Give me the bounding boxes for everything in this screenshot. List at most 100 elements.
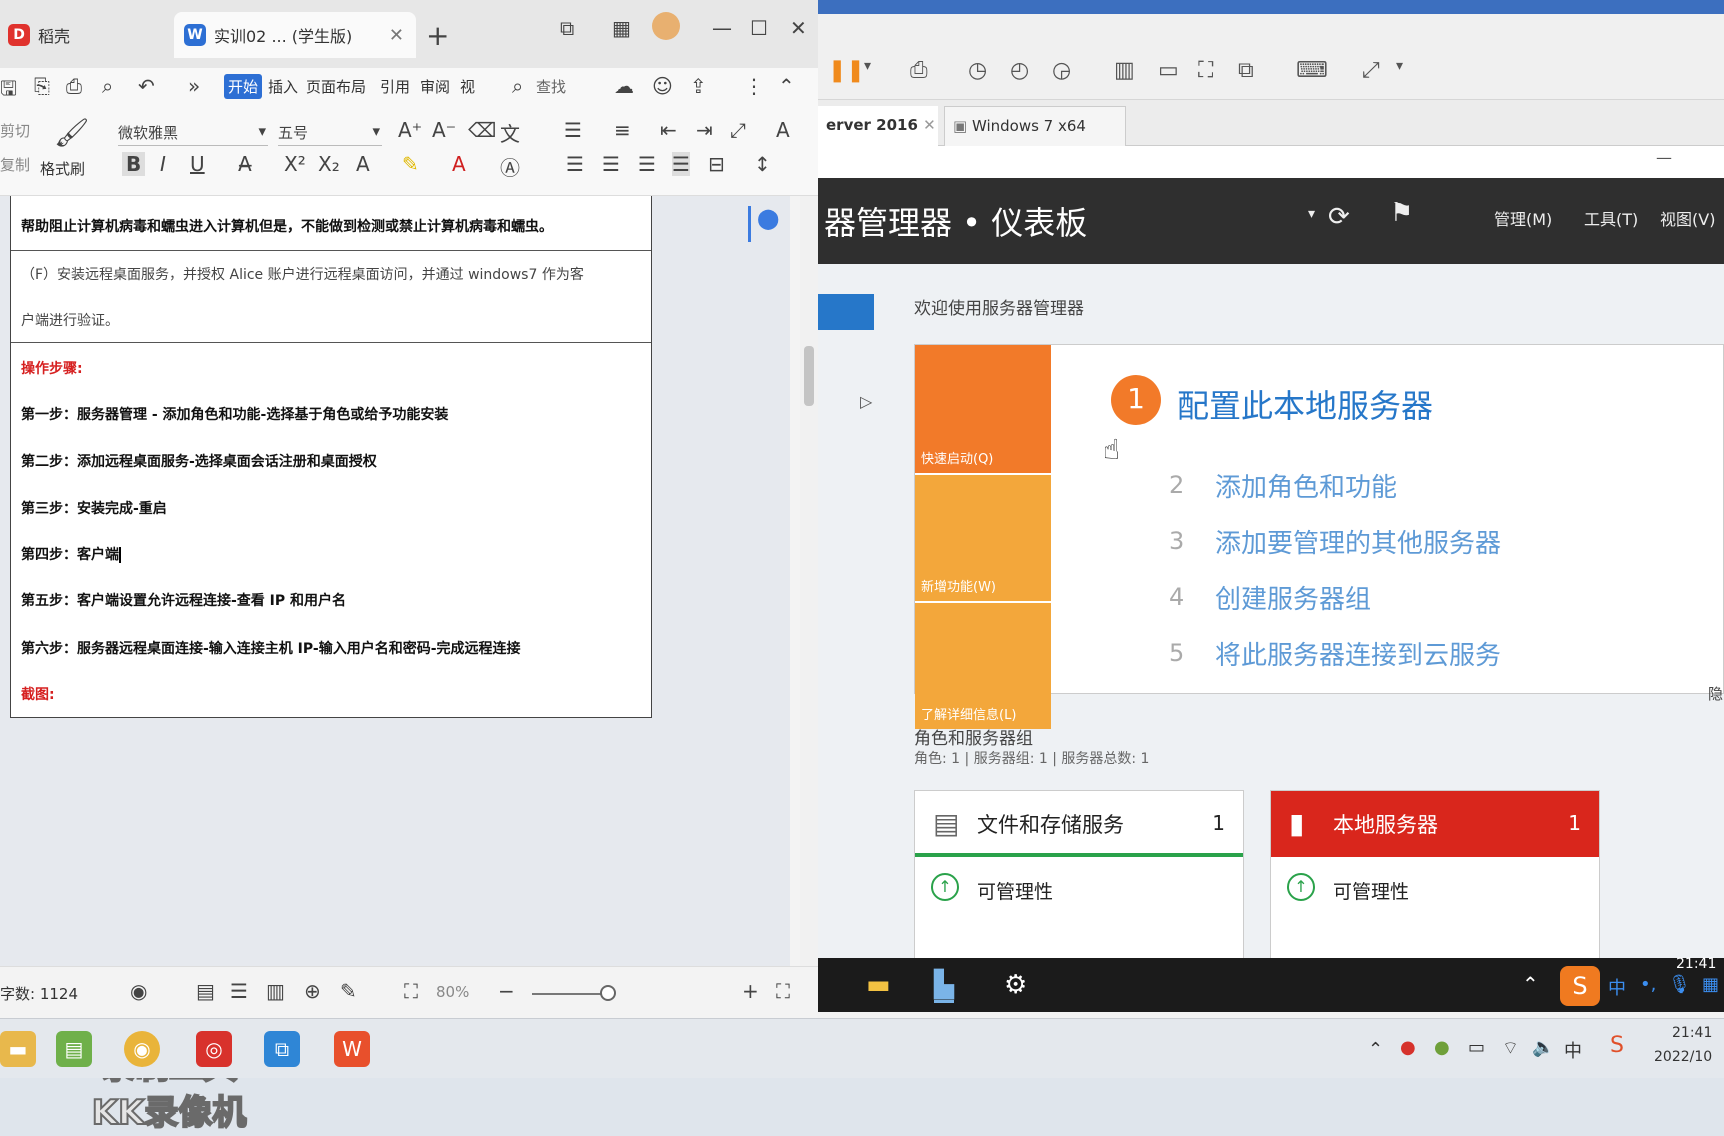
nav-selected-item[interactable] [818,294,874,330]
fullscreen-icon[interactable]: ⛶ [776,979,790,1003]
pause-icon[interactable]: ❚❚ [828,58,865,83]
battery-icon[interactable]: ▭ [1468,1037,1485,1058]
configure-local-server-link[interactable]: 配置此本地服务器 [1177,381,1433,427]
save-icon[interactable]: 🖫 [0,74,17,108]
menu-review[interactable]: 审阅 [420,76,450,97]
subscript-icon[interactable]: X₂ [318,152,340,176]
menu-home[interactable]: 开始 [224,74,263,99]
chevron-up-icon[interactable]: ⌃ [1368,1039,1383,1060]
bold-icon[interactable]: B [122,152,146,176]
location-pin-icon[interactable]: ⬤ [748,206,779,242]
write-mode-icon[interactable]: ✎ [340,979,357,1003]
quick-start-tab[interactable]: 快速启动(Q) [915,345,1051,473]
clear-format-icon[interactable]: ⌫ [468,118,496,142]
menu-manage[interactable]: 管理(M) [1494,206,1552,230]
print-icon[interactable]: ⎙ [66,74,82,98]
font-size-select[interactable]: 五号 ▾ [278,118,382,146]
expand-icon[interactable]: ▷ [860,392,872,411]
read-view-icon[interactable]: ▥ [266,979,285,1003]
export-icon[interactable]: ⎘ [34,74,50,98]
undo-icon[interactable]: ↶ [138,74,155,98]
font-grow-icon[interactable]: A⁺ [398,118,422,142]
page-view-icon[interactable]: ▤ [196,979,215,1003]
stretch-icon[interactable]: ⤢ [1362,58,1380,83]
zoom-slider-knob[interactable] [600,985,616,1001]
ime-icon[interactable]: 中 [1564,1037,1582,1063]
bullet-list-icon[interactable]: ☰ [564,118,582,142]
search-label[interactable]: 查找 [536,76,566,97]
microphone-icon[interactable]: 🎙 [1668,974,1691,995]
local-server-tile[interactable]: ▮ 本地服务器 1 ↑ 可管理性 [1270,790,1600,960]
learn-more-tab[interactable]: 了解详细信息(L) [915,603,1051,729]
styles-icon[interactable]: A [776,118,790,142]
sogou-ime-icon[interactable]: S [1610,1033,1624,1058]
eye-icon[interactable]: ◉ [130,979,147,1003]
add-roles-link[interactable]: 添加角色和功能 [1215,467,1397,504]
gear-icon[interactable]: ⚙ [1004,970,1027,1000]
file-explorer-icon[interactable]: ▬ [0,1031,36,1067]
chrome-icon[interactable]: ◉ [124,1031,160,1067]
menu-page-layout[interactable]: 页面布局 [306,76,366,97]
manageability-row[interactable]: ↑ 可管理性 [915,863,1243,904]
manageability-row[interactable]: ↑ 可管理性 [1271,863,1599,904]
collapse-ribbon-icon[interactable]: ⌃ [778,74,795,98]
snapshot-icon[interactable]: ◷ [968,58,987,83]
connect-cloud-link[interactable]: 将此服务器连接到云服务 [1215,635,1501,672]
superscript-icon[interactable]: X² [284,152,306,176]
cloud-icon[interactable]: ☁ [614,74,634,98]
tab-windows-server[interactable]: erver 2016 ✕ [818,106,938,146]
font-color-icon[interactable]: A [452,152,466,176]
tray-app-icon[interactable]: ● [1434,1037,1450,1058]
line-spacing-icon[interactable]: ↕ [754,152,771,176]
italic-icon[interactable]: I [160,152,166,176]
justify-icon[interactable]: ☰ [672,152,690,176]
tab-document[interactable]: W 实训02 ... (学生版) ✕ [174,12,416,58]
grid-apps-icon[interactable]: ▦ [612,16,631,40]
snapshot-manager-icon[interactable]: ◶ [1052,58,1071,83]
unity-icon[interactable]: ⧉ [1238,58,1254,83]
document-page[interactable]: 帮助阻止计算机病毒和蠕虫进入计算机但是，不能做到检测或禁止计算机病毒和蠕虫。 （… [10,196,652,718]
netease-music-icon[interactable]: ◎ [196,1031,232,1067]
indent-icon[interactable]: ⇥ [696,118,713,142]
volume-icon[interactable]: 🔈 [1532,1037,1554,1058]
menu-references[interactable]: 引用 [380,76,410,97]
kebab-menu-icon[interactable]: ⋮ [744,74,764,98]
align-right-icon[interactable]: ☰ [638,152,656,176]
print-preview-icon[interactable]: ⌕ [102,74,113,98]
align-center-icon[interactable]: ☰ [602,152,620,176]
menu-insert[interactable]: 插入 [268,76,298,97]
wifi-icon[interactable]: ⌔ [1502,1037,1519,1060]
add-servers-link[interactable]: 添加要管理的其他服务器 [1215,523,1501,560]
send-ctrl-alt-del-icon[interactable]: ⎙ [910,58,928,83]
text-effect-icon[interactable]: A [356,152,370,176]
web-view-icon[interactable]: ⊕ [304,979,321,1003]
close-tab-icon[interactable]: ✕ [389,25,404,46]
font-name-select[interactable]: 微软雅黑 ▾ [118,118,268,146]
highlight-icon[interactable]: ✎ [402,152,419,176]
chevron-down-icon[interactable]: ▾ [1308,206,1315,222]
underline-icon[interactable]: U [190,152,205,176]
fit-page-icon[interactable]: ⛶ [404,979,418,1003]
refresh-icon[interactable]: ⟳ [1328,202,1350,232]
word-count[interactable]: 字数: 1124 [0,983,78,1004]
search-icon[interactable]: ⌕ [512,74,523,98]
maximize-icon[interactable]: ☐ [750,16,768,40]
minimize-icon[interactable]: — [712,16,732,40]
outdent-icon[interactable]: ⇤ [660,118,677,142]
copy-label[interactable]: 复制 [0,154,30,175]
file-explorer-icon[interactable]: ▬ [866,970,891,1000]
align-left-icon[interactable]: ☰ [566,152,584,176]
menu-tools[interactable]: 工具(T) [1584,206,1638,230]
flag-icon[interactable]: ⚑ [1390,198,1413,228]
sogou-ime-icon[interactable]: S [1560,966,1600,1006]
chevron-down-icon[interactable]: ▾ [864,58,871,74]
revert-snapshot-icon[interactable]: ◴ [1010,58,1029,83]
tab-daoke[interactable]: D 稻壳 [0,12,166,58]
tray-app-icon[interactable]: ● [1400,1037,1416,1058]
format-painter-icon[interactable]: 🖌 [54,116,90,149]
keyboard-icon[interactable]: ▦ [1702,974,1719,995]
minimize-icon[interactable]: — [1656,148,1672,167]
close-window-icon[interactable]: ✕ [790,16,807,40]
punct-icon[interactable]: •, [1640,974,1656,995]
share-user-icon[interactable]: ☺ [652,74,673,98]
